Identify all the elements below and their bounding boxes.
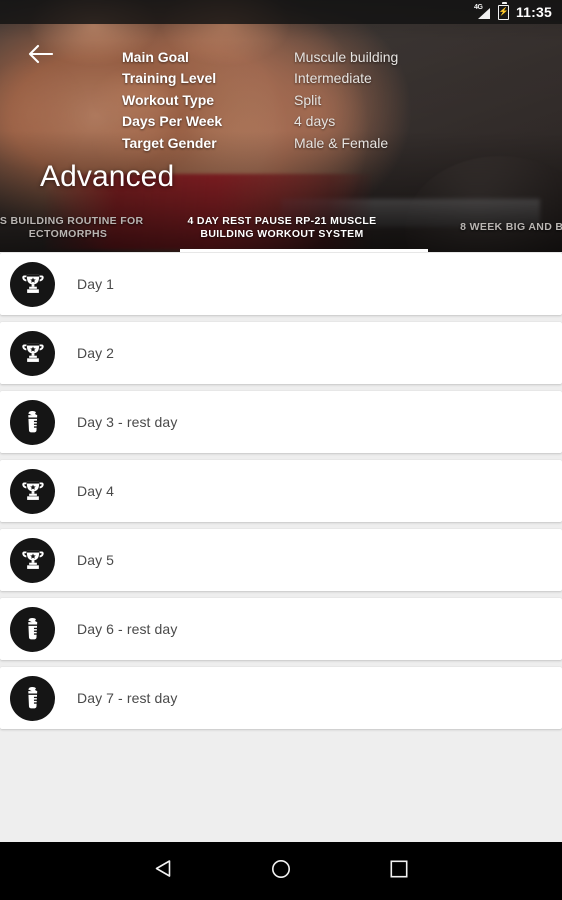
trophy-icon	[10, 537, 55, 583]
nav-back-triangle-icon	[154, 859, 172, 883]
status-bar-clock: 11:35	[515, 4, 552, 20]
nav-recents-square-icon	[390, 859, 408, 883]
list-item[interactable]: Day 4	[0, 460, 562, 522]
tab-mass-building-ectomorphs[interactable]: SS BUILDING ROUTINE FOR ECTOMORPHS	[0, 203, 158, 252]
list-item[interactable]: Day 3 - rest day	[0, 391, 562, 453]
android-navigation-bar	[0, 842, 562, 900]
info-value-training-level: Intermediate	[294, 70, 372, 87]
trophy-icon	[10, 330, 55, 376]
shaker-bottle-icon	[10, 399, 55, 445]
day-label: Day 7 - rest day	[77, 690, 178, 706]
nav-home-button[interactable]	[222, 842, 340, 900]
day-label: Day 2	[77, 345, 115, 361]
tab-bar: SS BUILDING ROUTINE FOR ECTOMORPHS 4 DAY …	[0, 203, 562, 252]
tab-rest-pause-rp21[interactable]: 4 DAY REST PAUSE RP-21 MUSCLE BUILDING WO…	[158, 203, 406, 252]
list-item[interactable]: Day 2	[0, 322, 562, 384]
nav-back-button[interactable]	[104, 842, 222, 900]
program-info-table: Main Goal Muscule building Training Leve…	[122, 47, 398, 153]
signal-4g-label: 4G	[473, 3, 483, 11]
tab-8-week-big-and-bo[interactable]: 8 WEEK BIG AND BO	[406, 203, 562, 252]
trophy-icon	[10, 261, 55, 307]
status-bar: 4G ⚡ 11:35	[0, 0, 562, 24]
list-item[interactable]: Day 7 - rest day	[0, 667, 562, 729]
nav-recents-button[interactable]	[340, 842, 458, 900]
nav-home-circle-icon	[271, 859, 291, 884]
tab-selected-indicator	[180, 249, 428, 252]
day-label: Day 5	[77, 552, 115, 568]
info-label-workout-type: Workout Type	[122, 91, 215, 108]
day-label: Day 1	[77, 276, 115, 292]
list-item[interactable]: Day 5	[0, 529, 562, 591]
tab-label: 8 WEEK BIG AND BO	[460, 221, 562, 233]
page-title: Advanced	[40, 160, 175, 193]
shaker-bottle-icon	[10, 675, 55, 721]
hero-header: Main Goal Muscule building Training Leve…	[0, 0, 562, 252]
day-label: Day 6 - rest day	[77, 621, 178, 637]
day-label: Day 4	[77, 483, 115, 499]
info-value-days-per-week: 4 days	[294, 113, 336, 130]
battery-charging-icon: ⚡	[497, 2, 509, 20]
back-button[interactable]	[24, 41, 56, 71]
trophy-icon	[10, 468, 55, 514]
day-label: Day 3 - rest day	[77, 414, 178, 430]
info-value-target-gender: Male & Female	[294, 134, 389, 151]
info-value-main-goal: Muscule building	[294, 49, 399, 65]
signal-4g-icon: 4G	[473, 3, 491, 20]
shaker-bottle-icon	[10, 606, 55, 652]
app-screen: Main Goal Muscule building Training Leve…	[0, 0, 562, 900]
list-item[interactable]: Day 1	[0, 253, 562, 315]
info-label-days-per-week: Days Per Week	[122, 113, 223, 130]
tab-label: 4 DAY REST PAUSE RP-21 MUSCLE BUILDING WO…	[187, 214, 377, 240]
tab-label: SS BUILDING ROUTINE FOR ECTOMORPHS	[0, 214, 144, 240]
info-value-workout-type: Split	[294, 91, 322, 108]
list-item[interactable]: Day 6 - rest day	[0, 598, 562, 660]
back-arrow-icon	[27, 44, 54, 69]
info-label-target-gender: Target Gender	[122, 134, 217, 151]
info-label-training-level: Training Level	[122, 70, 217, 87]
day-list: Day 1 Day 2 Day 3 - rest day Day 4 Day 5…	[0, 252, 562, 842]
info-label-main-goal: Main Goal	[122, 49, 189, 65]
